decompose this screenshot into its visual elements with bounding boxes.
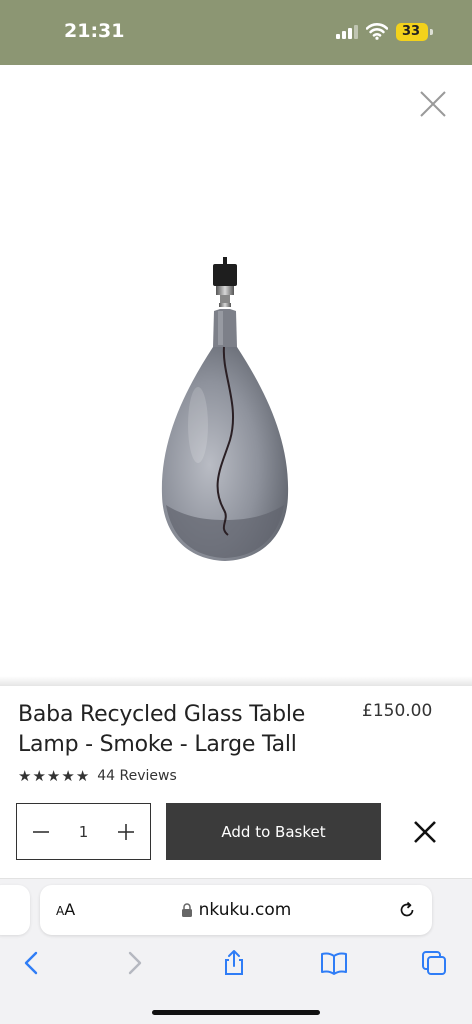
reload-icon[interactable] [397,900,417,920]
star-icon: ★ [61,767,75,785]
add-to-basket-button[interactable]: Add to Basket [166,803,381,860]
previous-tab-preview[interactable] [0,885,30,935]
plus-icon [118,823,134,840]
share-icon[interactable] [220,949,248,977]
status-time: 21:31 [64,20,125,42]
url-text: nkuku.com [198,900,292,920]
status-bar: 21:31 33 [0,0,472,65]
decrement-button[interactable] [17,804,65,859]
rating: ★ ★ ★ ★ ★ 44 Reviews [18,766,177,786]
home-indicator [152,1010,320,1015]
signal-icon [336,25,358,39]
bookmarks-icon[interactable] [320,949,348,977]
minus-icon [33,830,49,833]
increment-button[interactable] [102,804,150,859]
wifi-icon [366,23,388,40]
star-icon: ★ [32,767,46,785]
back-icon[interactable] [18,949,46,977]
star-icon: ★ [46,767,61,785]
quantity-stepper: 1 [16,803,151,860]
battery-level: 33 [401,24,421,39]
product-title: Baba Recycled Glass Table Lamp - Smoke -… [18,702,306,757]
quantity-value[interactable]: 1 [65,823,102,841]
battery-icon: 33 [396,23,428,41]
close-modal-icon[interactable] [416,87,450,121]
forward-icon[interactable] [120,949,148,977]
address-bar[interactable]: AA nkuku.com [40,885,432,935]
battery-tip [430,29,433,35]
tabs-icon[interactable] [420,949,448,977]
star-icon: ★ [75,767,90,785]
sheet-divider [0,676,472,686]
lock-icon [181,903,192,917]
url-display: nkuku.com [40,885,432,935]
star-icon: ★ [18,767,32,785]
close-icon[interactable] [409,816,441,848]
star-rating: ★ ★ ★ ★ ★ [18,769,89,784]
product-price: £150.00 [362,701,433,721]
product-image [161,257,289,561]
reviews-link[interactable]: 44 Reviews [97,768,177,784]
